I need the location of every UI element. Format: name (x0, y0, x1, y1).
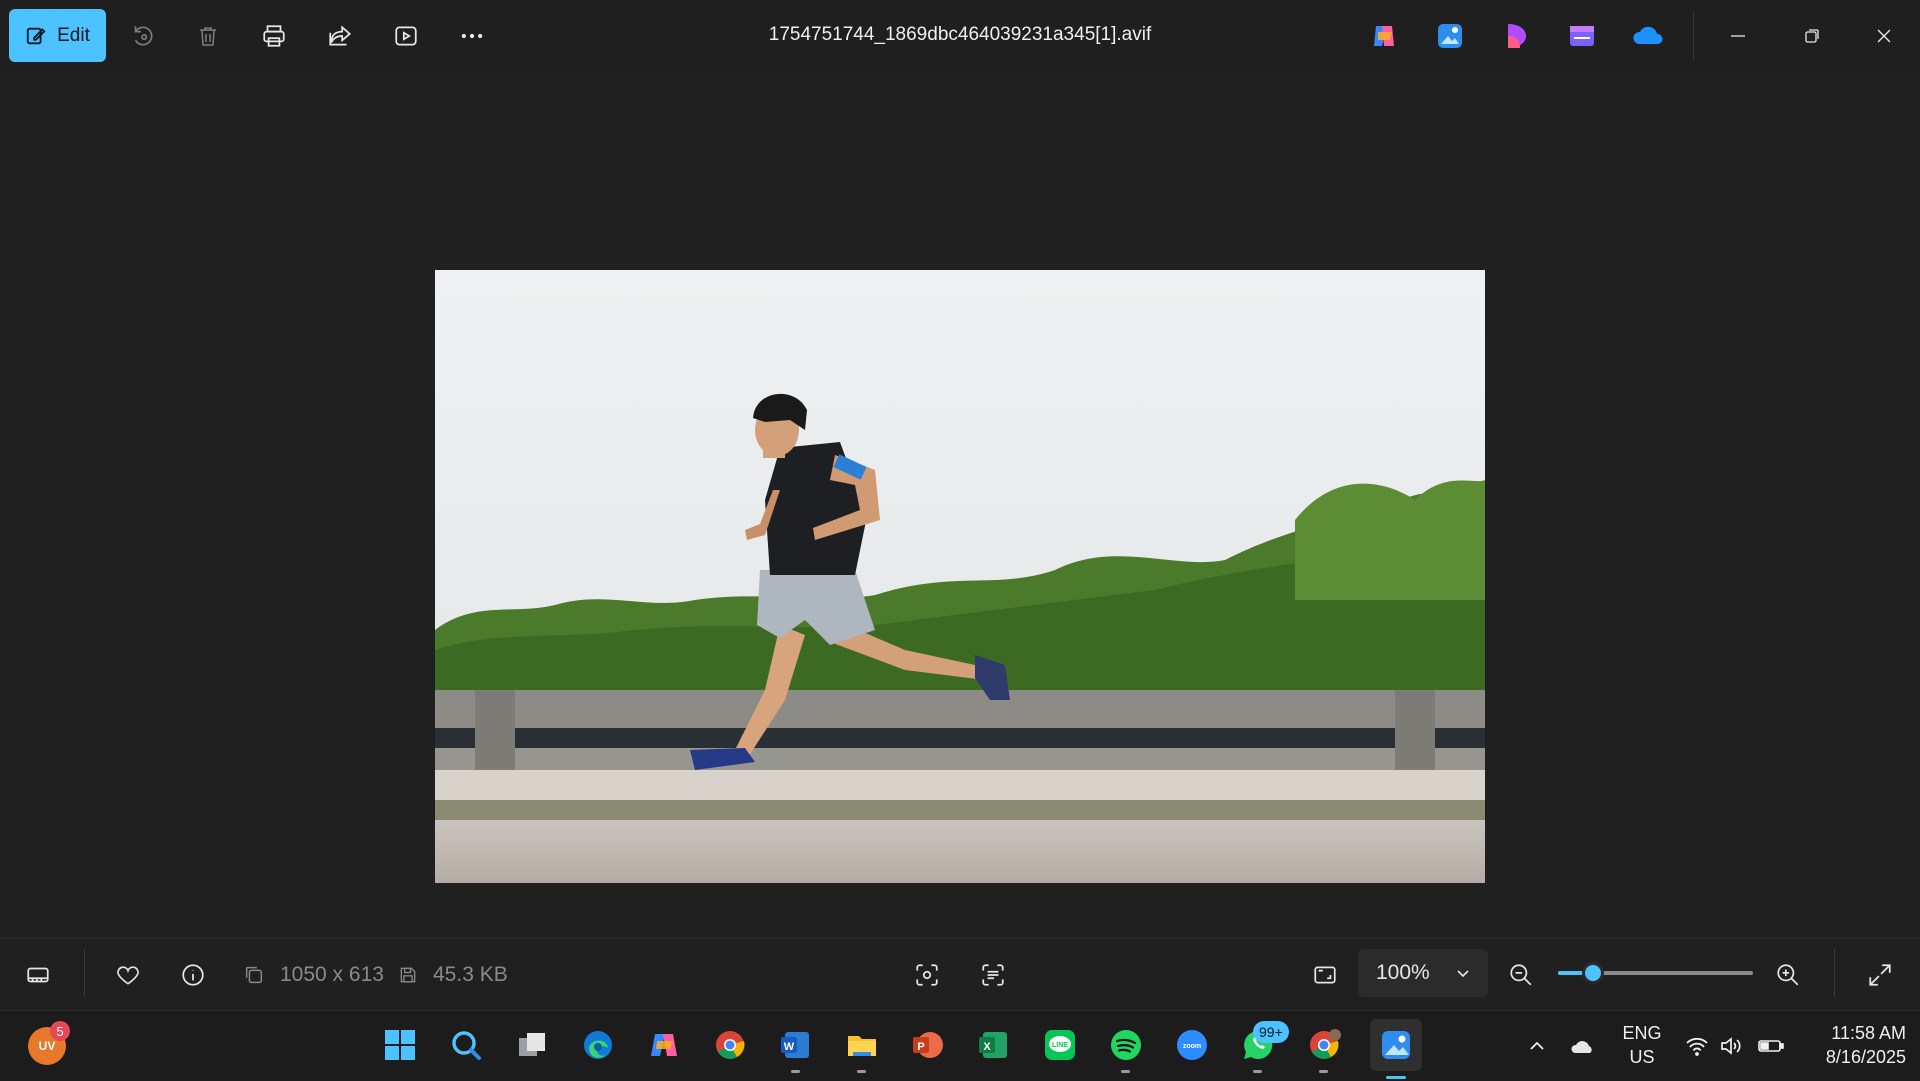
minimize-button[interactable] (1716, 14, 1760, 58)
zoom-level-dropdown[interactable]: 100% (1358, 949, 1488, 997)
whatsapp-unread-badge: 99+ (1253, 1021, 1289, 1043)
file-size-icon (390, 957, 426, 993)
more-icon[interactable] (454, 18, 490, 54)
edit-label: Edit (57, 24, 90, 46)
zoom-level-value: 100% (1376, 961, 1430, 984)
file-name-title: 1754751744_1869dbc464039231a345[1].avif (768, 24, 1152, 45)
battery-icon[interactable] (1758, 1033, 1784, 1059)
displayed-photo[interactable] (435, 270, 1485, 883)
onedrive-tray-icon[interactable] (1570, 1033, 1596, 1059)
text-scan-icon[interactable] (975, 957, 1011, 993)
dimensions-icon (236, 957, 272, 993)
slideshow-icon[interactable] (388, 18, 424, 54)
visual-search-icon[interactable] (909, 957, 945, 993)
show-hidden-icons-chevron[interactable] (1524, 1033, 1550, 1059)
spotify-icon[interactable] (1106, 1025, 1146, 1073)
svg-text:zoom: zoom (1183, 1043, 1201, 1050)
svg-text:W: W (784, 1041, 795, 1053)
photos-taskbar-icon[interactable] (1370, 1019, 1422, 1079)
clock-time[interactable]: 11:58 AM (1794, 1023, 1906, 1044)
zoom-slider[interactable] (1558, 962, 1753, 984)
chevron-down-icon (1456, 966, 1470, 980)
edit-button[interactable]: Edit (9, 9, 106, 62)
clipchamp-icon[interactable] (1566, 20, 1598, 52)
running-indicator (857, 1070, 866, 1073)
word-icon[interactable]: W (776, 1025, 816, 1073)
windows-taskbar: UV 5 W P X LINE zoom 99+ ENG US 11:58 AM… (0, 1010, 1920, 1081)
excel-icon[interactable]: X (974, 1025, 1014, 1065)
volume-icon[interactable] (1718, 1033, 1744, 1059)
search-icon[interactable] (446, 1025, 486, 1065)
favorite-icon[interactable] (110, 957, 146, 993)
svg-text:X: X (983, 1041, 991, 1053)
fit-to-window-icon[interactable] (1307, 957, 1343, 993)
wifi-icon[interactable] (1684, 1033, 1710, 1059)
running-indicator (791, 1070, 800, 1073)
share-icon[interactable] (322, 18, 358, 54)
full-screen-icon[interactable] (1862, 957, 1898, 993)
zoom-in-icon[interactable] (1770, 957, 1806, 993)
running-indicator (1121, 1070, 1130, 1073)
file-size: 45.3 KB (433, 963, 508, 986)
photos-app-icon[interactable] (1434, 20, 1466, 52)
running-indicator (1319, 1070, 1328, 1073)
line-app-icon[interactable]: LINE (1040, 1025, 1080, 1065)
rotate-icon[interactable] (124, 18, 160, 54)
toolbar-separator (1834, 949, 1835, 997)
language-indicator[interactable]: ENG (1620, 1023, 1664, 1044)
delete-icon[interactable] (190, 18, 226, 54)
designer-app-icon[interactable] (1500, 20, 1532, 52)
zoom-out-icon[interactable] (1503, 957, 1539, 993)
print-icon[interactable] (256, 18, 292, 54)
edge-browser-icon[interactable] (578, 1025, 618, 1065)
svg-text:LINE: LINE (1052, 1042, 1068, 1049)
file-explorer-icon[interactable] (842, 1025, 882, 1073)
powerpoint-icon[interactable]: P (908, 1025, 948, 1065)
zoom-app-icon[interactable]: zoom (1172, 1025, 1212, 1065)
notification-badge: 5 (50, 1021, 70, 1041)
image-dimensions: 1050 x 613 (280, 963, 384, 986)
close-button[interactable] (1862, 14, 1906, 58)
edit-icon (25, 25, 47, 47)
clock-date[interactable]: 8/16/2025 (1794, 1047, 1906, 1068)
info-icon[interactable] (175, 957, 211, 993)
chrome-icon[interactable] (710, 1025, 750, 1065)
start-button[interactable] (380, 1025, 420, 1065)
bottom-toolbar: 1050 x 613 45.3 KB 100% (0, 938, 1920, 1011)
active-indicator (1386, 1076, 1406, 1079)
restore-button[interactable] (1790, 14, 1834, 58)
toolbar-separator (84, 949, 85, 997)
svg-text:P: P (917, 1041, 924, 1053)
keyboard-layout[interactable]: US (1620, 1047, 1664, 1068)
running-indicator (1253, 1070, 1262, 1073)
image-viewer-area (0, 72, 1920, 938)
zoom-slider-thumb[interactable] (1582, 962, 1604, 984)
title-bar: Edit 1754751744_1869dbc464039231a345[1].… (0, 0, 1920, 72)
titlebar-separator (1693, 12, 1694, 60)
task-view-icon[interactable] (512, 1025, 552, 1065)
onedrive-icon[interactable] (1632, 20, 1664, 52)
filmstrip-icon[interactable] (20, 957, 56, 993)
chrome-profile-icon[interactable] (1304, 1025, 1344, 1073)
copilot-icon[interactable] (1368, 20, 1400, 52)
copilot-taskbar-icon[interactable] (644, 1025, 684, 1065)
